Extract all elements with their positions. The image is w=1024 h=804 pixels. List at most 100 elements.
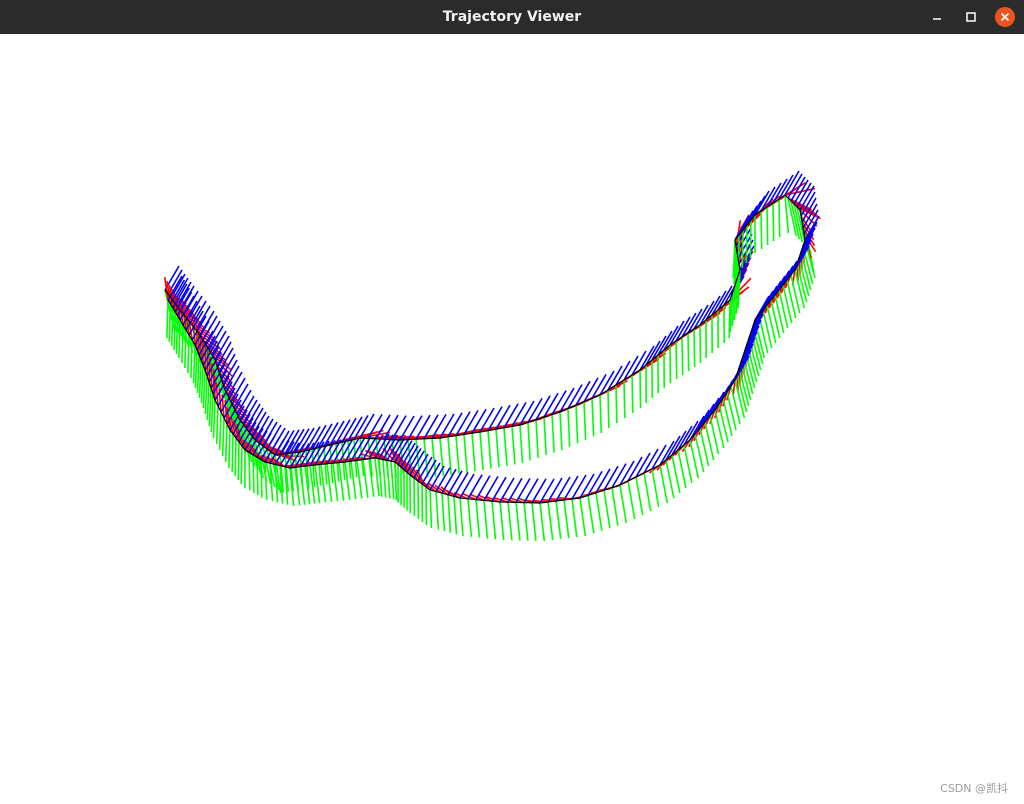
pose-y-axis bbox=[677, 449, 687, 489]
pose-y-axis bbox=[463, 434, 468, 473]
pose-y-axis bbox=[206, 381, 210, 421]
pose-y-axis bbox=[390, 461, 395, 500]
pose-y-axis bbox=[778, 289, 789, 329]
pose-y-axis bbox=[362, 459, 369, 498]
pose-y-axis bbox=[722, 397, 733, 437]
pose-y-axis bbox=[635, 476, 644, 516]
pose-y-axis bbox=[386, 460, 391, 499]
minimize-icon bbox=[933, 18, 941, 20]
pose-y-axis bbox=[627, 480, 636, 520]
window-title: Trajectory Viewer bbox=[442, 9, 582, 25]
pose-y-axis bbox=[166, 299, 169, 339]
trajectory-canvas[interactable] bbox=[0, 34, 1024, 804]
pose-axes bbox=[163, 170, 821, 542]
maximize-button[interactable] bbox=[961, 7, 981, 27]
pose-y-axis bbox=[499, 501, 505, 541]
pose-y-axis bbox=[231, 433, 234, 473]
pose-z-axis bbox=[407, 415, 423, 441]
pose-y-axis bbox=[221, 417, 225, 457]
pose-y-axis bbox=[683, 444, 693, 484]
pose-y-axis bbox=[382, 459, 387, 498]
pose-y-axis bbox=[237, 441, 240, 481]
pose-y-axis bbox=[539, 502, 546, 542]
pose-y-axis bbox=[766, 304, 777, 344]
pose-y-axis bbox=[459, 497, 464, 537]
pose-y-axis bbox=[607, 389, 610, 429]
pose-y-axis bbox=[563, 499, 570, 539]
pose-y-axis bbox=[394, 461, 398, 501]
pose-y-axis bbox=[356, 460, 363, 499]
pose-y-axis bbox=[782, 284, 793, 324]
pose-y-axis bbox=[240, 445, 243, 485]
pose-y-axis bbox=[264, 461, 268, 501]
pose-y-axis bbox=[218, 411, 222, 451]
pose-y-axis bbox=[471, 433, 476, 472]
pose-y-axis bbox=[615, 384, 618, 424]
pose-y-axis bbox=[567, 408, 571, 447]
pose-y-axis bbox=[224, 423, 228, 463]
close-button[interactable] bbox=[995, 7, 1015, 27]
pose-y-axis bbox=[543, 417, 547, 456]
pose-y-axis bbox=[728, 299, 731, 339]
pose-y-axis bbox=[555, 500, 562, 540]
pose-y-axis bbox=[611, 487, 619, 526]
pose-y-axis bbox=[603, 490, 611, 529]
trajectory-plot[interactable] bbox=[0, 34, 1024, 804]
pose-y-axis bbox=[228, 429, 231, 469]
pose-y-axis bbox=[317, 447, 322, 486]
pose-y-axis bbox=[184, 329, 187, 369]
pose-y-axis bbox=[762, 309, 773, 349]
pose-y-axis bbox=[491, 501, 497, 540]
pose-y-axis bbox=[527, 422, 531, 461]
pose-z-axis bbox=[475, 475, 491, 501]
pose-y-axis bbox=[208, 387, 212, 427]
pose-y-axis bbox=[741, 229, 744, 269]
pose-y-axis bbox=[200, 364, 204, 404]
pose-y-axis bbox=[619, 484, 628, 524]
pose-y-axis bbox=[350, 461, 357, 500]
pose-y-axis bbox=[429, 489, 433, 529]
title-bar[interactable]: Trajectory Viewer bbox=[0, 0, 1024, 34]
pose-y-axis bbox=[202, 369, 206, 409]
pose-y-axis bbox=[778, 198, 781, 238]
pose-y-axis bbox=[511, 426, 516, 465]
pose-y-axis bbox=[651, 468, 660, 508]
pose-y-axis bbox=[495, 429, 500, 468]
pose-y-axis bbox=[737, 234, 740, 274]
pose-y-axis bbox=[323, 446, 328, 485]
pose-y-axis bbox=[631, 374, 634, 414]
pose-y-axis bbox=[675, 340, 678, 380]
pose-y-axis bbox=[204, 375, 208, 415]
minimize-button[interactable] bbox=[927, 7, 947, 27]
pose-y-axis bbox=[212, 399, 216, 439]
pose-y-axis bbox=[234, 437, 237, 477]
pose-y-axis bbox=[587, 495, 595, 534]
pose-y-axis bbox=[726, 391, 737, 431]
pose-z-axis bbox=[563, 475, 579, 501]
pose-y-axis bbox=[344, 461, 351, 501]
pose-z-axis bbox=[515, 477, 531, 503]
pose-y-axis bbox=[639, 369, 642, 409]
pose-y-axis bbox=[378, 458, 383, 497]
pose-y-axis bbox=[774, 294, 785, 334]
pose-y-axis bbox=[772, 202, 775, 242]
pose-y-axis bbox=[252, 454, 255, 493]
pose-y-axis bbox=[623, 379, 626, 419]
pose-z-axis bbox=[483, 475, 499, 501]
pose-y-axis bbox=[467, 498, 473, 537]
pose-y-axis bbox=[681, 336, 684, 376]
pose-y-axis bbox=[643, 472, 652, 512]
pose-y-axis bbox=[519, 424, 524, 464]
pose-z-axis bbox=[491, 476, 507, 502]
pose-y-axis bbox=[665, 459, 675, 499]
pose-y-axis bbox=[455, 435, 460, 474]
pose-y-axis bbox=[770, 299, 781, 339]
pose-y-axis bbox=[248, 452, 251, 491]
pose-y-axis bbox=[671, 454, 681, 494]
close-icon bbox=[995, 7, 1015, 27]
pose-y-axis bbox=[745, 224, 748, 264]
pose-y-axis bbox=[559, 411, 563, 451]
pose-y-axis bbox=[260, 459, 263, 498]
pose-y-axis bbox=[749, 219, 752, 259]
pose-z-axis bbox=[441, 468, 457, 494]
